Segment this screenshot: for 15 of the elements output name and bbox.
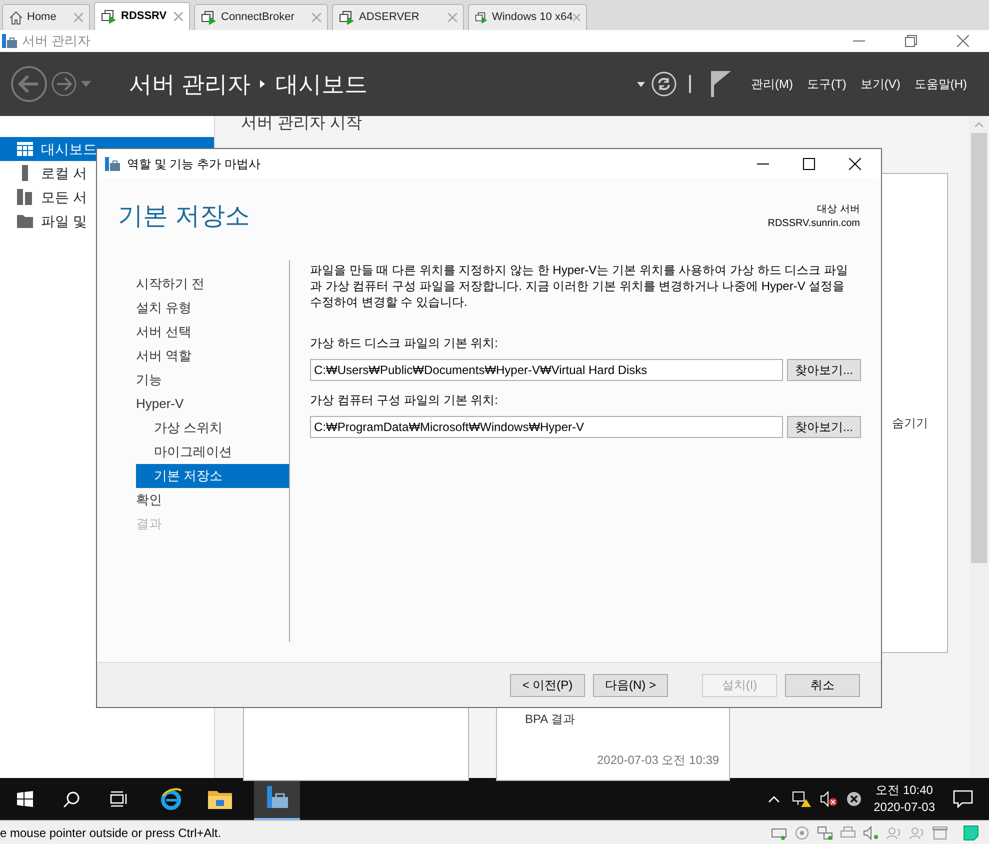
clock-date: 2020-07-03 [874, 799, 935, 816]
section-heading: 서버 관리자 시작 [241, 114, 362, 134]
target-label: 대상 서버 [817, 203, 860, 217]
field-label: 가상 하드 디스크 파일의 기본 위치: [310, 335, 500, 352]
breadcrumb-item: 대시보드 [275, 70, 368, 99]
window-title: 서버 관리자 [22, 32, 91, 50]
target-server: RDSSRV.sunrin.com [768, 217, 860, 231]
dialog-title: 역할 및 기능 추가 마법사 [127, 156, 260, 172]
timestamp: 2020-07-03 오전 10:39 [597, 752, 720, 769]
clock-time: 오전 10:40 [876, 782, 933, 799]
page-heading: 기본 저장소 [118, 201, 250, 231]
description: 파일을 만들 때 다른 위치를 지정하지 않는 한 Hyper-V는 기본 위치를 사용하여 가상 하드 디스크 파일과 가상 컴퓨터 구성 파일을 저장합니다. 지금 이러한 기본 위치를 변경하거나 나중에 Hyper-V 설정을 수정하여 변경할 수 있습니다. [310, 262, 850, 310]
field-label: 가상 컴퓨터 구성 파일의 기본 위치: [310, 392, 500, 409]
status-text: e mouse pointer outside or press Ctrl+Alt. [0, 824, 222, 842]
card-label: BPA 결과 [525, 711, 575, 728]
